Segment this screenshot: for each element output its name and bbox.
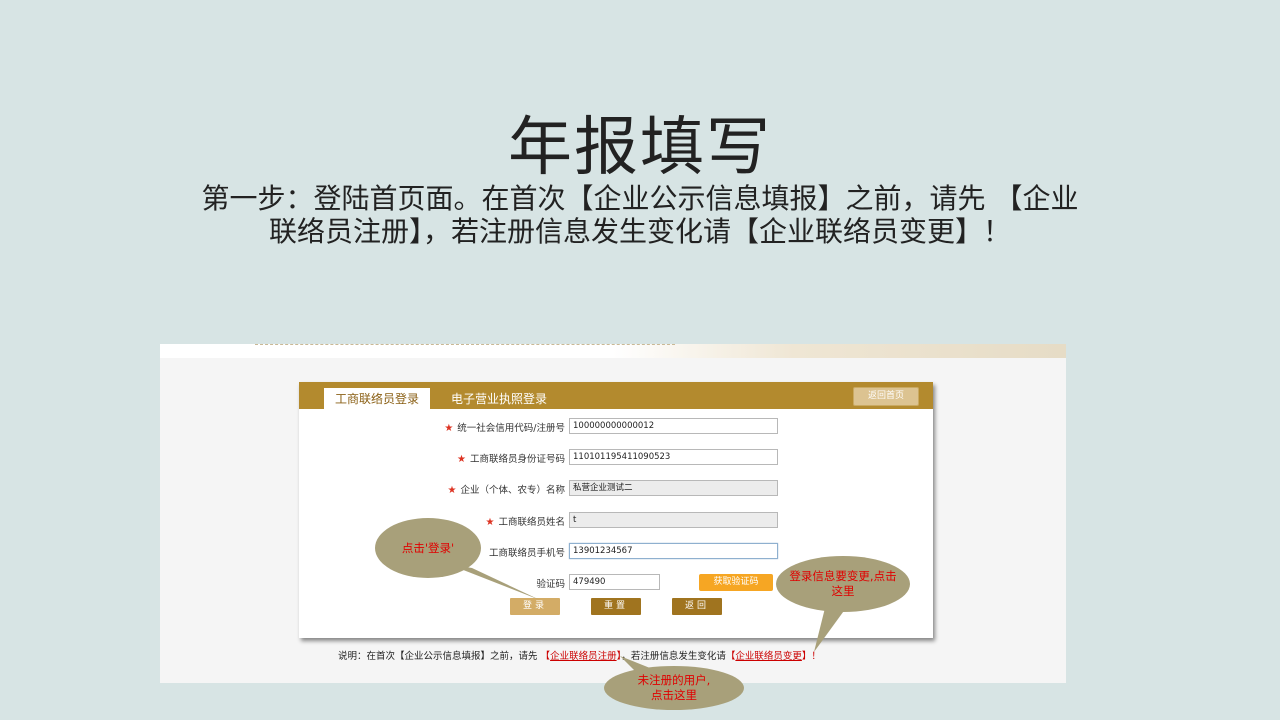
back-button[interactable]: 返回 (672, 598, 722, 615)
change-link[interactable]: 企业联络员变更 (735, 651, 802, 662)
login-screenshot: 工商联络员登录 电子营业执照登录 返回首页 ★ 统一社会信用代码/注册号 1000… (160, 344, 1066, 683)
tab-contact-login[interactable]: 工商联络员登录 (324, 388, 430, 409)
contact-name-field[interactable]: t (569, 512, 778, 528)
required-star-icon: ★ (447, 485, 457, 496)
phone-input[interactable]: 13901234567 (569, 543, 778, 559)
field-label: ★ 工商联络员姓名 (485, 517, 565, 528)
register-link[interactable]: 企业联络员注册 (550, 651, 617, 662)
get-code-button[interactable]: 获取验证码 (699, 574, 773, 591)
field-label: ★ 统一社会信用代码/注册号 (444, 423, 565, 434)
field-label: 验证码 (536, 579, 565, 590)
login-callout: 点击'登录' (375, 518, 481, 578)
instruction-note: 说明：在首次【企业公示信息填报】之前，请先 【企业联络员注册】，若注册信息发生变… (338, 651, 821, 662)
field-label: ★ 工商联络员身份证号码 (457, 454, 565, 465)
subtitle-line-1: 第一步：登陆首页面。在首次【企业公示信息填报】之前，请先 【企业 (201, 182, 1079, 215)
panel-header: 工商联络员登录 电子营业执照登录 返回首页 (299, 382, 933, 409)
register-callout: 未注册的用户, 点击这里 (604, 666, 744, 710)
slide-title: 年报填写 (508, 111, 772, 185)
field-label: ★ 企业（个体、农专）名称 (447, 485, 565, 496)
subtitle-line-2: 联络员注册】，若注册信息发生变化请【企业联络员变更】！ (268, 215, 1011, 248)
reset-button[interactable]: 重置 (591, 598, 641, 615)
field-label: 工商联络员手机号 (488, 548, 565, 559)
required-star-icon: ★ (485, 517, 495, 528)
form-row-company-name: ★ 企业（个体、农专）名称 私营企业测试二 (299, 480, 933, 498)
page-banner-strip (160, 344, 1066, 358)
login-button[interactable]: 登录 (510, 598, 560, 615)
company-name-field[interactable]: 私营企业测试二 (569, 480, 778, 496)
form-row-id-number: ★ 工商联络员身份证号码 110101195411090523 (299, 449, 933, 467)
captcha-input[interactable]: 479490 (569, 574, 660, 590)
required-star-icon: ★ (457, 454, 466, 465)
change-callout: 登录信息要变更,点击这里 (776, 556, 910, 612)
credit-code-input[interactable]: 100000000000012 (569, 418, 778, 434)
slide-subtitle: 第一步：登陆首页面。在首次【企业公示信息填报】之前，请先 【企业 联络员注册】，… (180, 182, 1100, 248)
return-home-button[interactable]: 返回首页 (853, 387, 919, 406)
form-row-credit-code: ★ 统一社会信用代码/注册号 100000000000012 (299, 418, 933, 436)
tab-e-license-login[interactable]: 电子营业执照登录 (451, 388, 547, 409)
id-number-input[interactable]: 110101195411090523 (569, 449, 778, 465)
required-star-icon: ★ (444, 423, 454, 434)
